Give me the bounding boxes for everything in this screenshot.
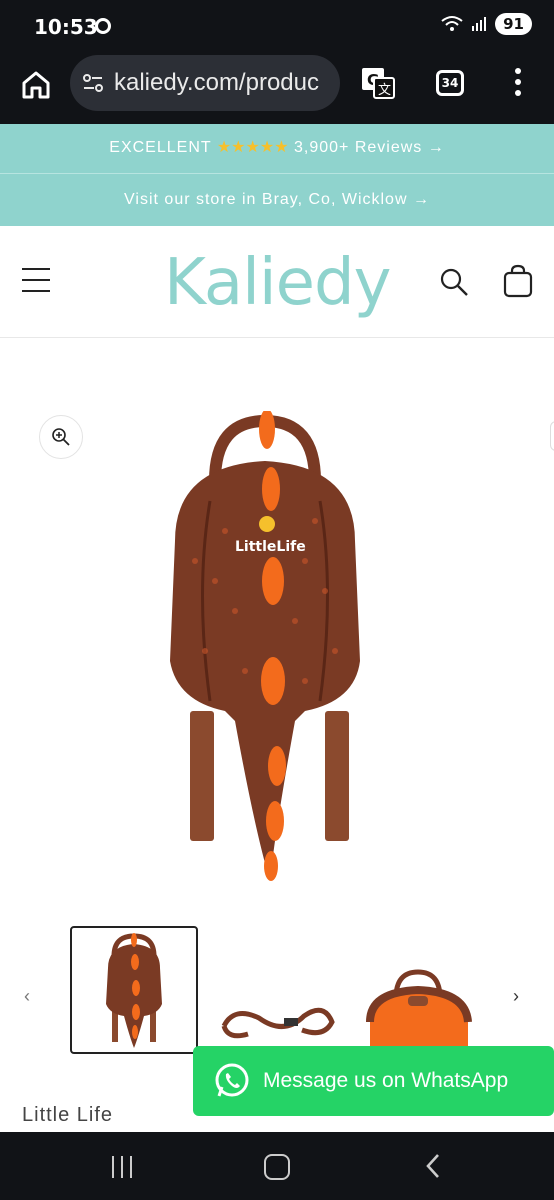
thumbnail-strip: ‹ › bbox=[0, 920, 554, 1060]
chrome-notification-icon bbox=[95, 18, 111, 34]
next-slide-edge[interactable] bbox=[550, 421, 554, 451]
chevron-right-icon[interactable]: › bbox=[513, 986, 519, 1007]
zoom-button[interactable] bbox=[39, 415, 83, 459]
store-text: Visit our store in Bray, Co, Wicklow → bbox=[124, 191, 430, 208]
product-gallery: LittleLife bbox=[0, 339, 554, 919]
status-time: 10:53 bbox=[34, 15, 98, 39]
browser-toolbar: kaliedy.com/produc G文 34 bbox=[0, 52, 554, 124]
search-icon[interactable] bbox=[438, 266, 470, 298]
rating-stars-icon: ★★★★★ bbox=[216, 139, 289, 156]
whatsapp-icon bbox=[215, 1063, 249, 1097]
wifi-icon bbox=[441, 16, 463, 31]
recent-apps-icon[interactable] bbox=[110, 1156, 134, 1178]
status-icons: 91 bbox=[441, 13, 532, 35]
site-logo[interactable]: Kaliedy bbox=[164, 246, 391, 320]
zoom-in-icon bbox=[52, 428, 70, 446]
status-bar: 10:53 91 bbox=[0, 0, 554, 52]
thumbnail-safety-rein[interactable] bbox=[214, 926, 342, 1054]
reviews-text: 3,900+ Reviews → bbox=[293, 139, 445, 156]
tab-switcher-button[interactable]: 34 bbox=[436, 70, 464, 96]
thumbnail-image bbox=[106, 933, 162, 1048]
battery-indicator: 91 bbox=[495, 13, 532, 35]
store-banner[interactable]: Visit our store in Bray, Co, Wicklow → bbox=[0, 174, 554, 226]
home-icon[interactable] bbox=[18, 67, 54, 103]
translate-icon[interactable]: G文 bbox=[360, 66, 396, 100]
home-nav-icon[interactable] bbox=[264, 1154, 290, 1180]
thumbnail-image bbox=[221, 1007, 335, 1039]
site-settings-icon[interactable] bbox=[82, 72, 104, 94]
system-nav-bar bbox=[0, 1132, 554, 1200]
address-bar[interactable]: kaliedy.com/produc bbox=[70, 55, 340, 111]
brand-mark-text: LittleLife bbox=[235, 539, 306, 555]
thumbnail-backpack-front[interactable] bbox=[70, 926, 198, 1054]
whatsapp-label: Message us on WhatsApp bbox=[263, 1069, 509, 1092]
reviews-prefix: EXCELLENT bbox=[109, 139, 212, 156]
thumbnail-image bbox=[366, 969, 472, 1054]
browser-menu-icon[interactable] bbox=[512, 68, 524, 98]
chevron-left-icon[interactable]: ‹ bbox=[24, 986, 30, 1007]
product-vendor: Little Life bbox=[22, 1104, 114, 1126]
thumbnail-backpack-back[interactable] bbox=[356, 926, 484, 1054]
dinosaur-backpack-image[interactable]: LittleLife bbox=[155, 411, 375, 891]
url-text: kaliedy.com/produc bbox=[114, 69, 319, 96]
whatsapp-button[interactable]: Message us on WhatsApp bbox=[193, 1046, 554, 1116]
reviews-banner[interactable]: EXCELLENT ★★★★★ 3,900+ Reviews → bbox=[0, 124, 554, 174]
signal-icon bbox=[472, 17, 487, 31]
cart-icon[interactable] bbox=[502, 264, 534, 298]
svg-text:文: 文 bbox=[378, 83, 391, 98]
back-icon[interactable] bbox=[424, 1152, 442, 1180]
site-header: Kaliedy bbox=[0, 226, 554, 338]
menu-icon[interactable] bbox=[22, 268, 50, 292]
